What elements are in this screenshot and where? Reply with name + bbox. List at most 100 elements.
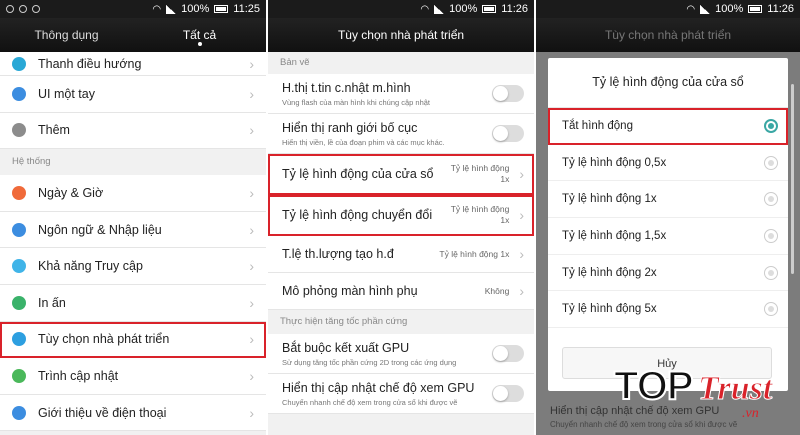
- settings-item-label: Trình cập nhật: [38, 368, 119, 383]
- dev-option-row[interactable]: Tỷ lệ hình động chuyển đổi Tỷ lệ hình độn…: [268, 195, 534, 236]
- toggle-switch[interactable]: [492, 385, 524, 402]
- settings-item-keyboard[interactable]: Ngôn ngữ & Nhập liệu ›: [0, 211, 266, 249]
- animation-option[interactable]: Tỷ lệ hình động 5x: [548, 291, 788, 329]
- dev-option-label: Bắt buộc kết xuất GPU: [282, 340, 410, 355]
- status-bar: ◠ 100% 11:25: [0, 0, 266, 18]
- dev-option-value-line: Tỷ lệ hình động: [450, 163, 510, 173]
- chevron-right-icon: ›: [249, 404, 254, 421]
- settings-item-label: Khả năng Truy cập: [38, 259, 143, 274]
- info-icon: [12, 405, 26, 420]
- toggle-switch[interactable]: [492, 345, 524, 362]
- logo-trust: Trust: [697, 370, 773, 408]
- tab-all[interactable]: Tất cả: [133, 18, 266, 52]
- radio-button[interactable]: [764, 302, 778, 317]
- chevron-right-icon: ›: [249, 55, 254, 72]
- toggle-switch[interactable]: [492, 125, 524, 142]
- page-title: Tùy chọn nhà phát triển: [536, 18, 800, 52]
- dev-option-row[interactable]: Mô phỏng màn hình phụ Không ›: [268, 273, 534, 310]
- settings-item-label: UI một tay: [38, 86, 95, 101]
- radio-button[interactable]: [764, 155, 778, 170]
- settings-item-info[interactable]: Giới thiệu về điện thoại ›: [0, 394, 266, 432]
- dev-option-label: Tỷ lệ hình động của cửa sổ: [282, 167, 434, 181]
- dev-option-row[interactable]: Bắt buộc kết xuất GPU Sử dụng tăng tốc ph…: [268, 334, 534, 374]
- section-header-system: Hệ thống: [0, 149, 266, 176]
- chevron-right-icon: ›: [519, 207, 524, 223]
- dev-option-value-line: Tỷ lệ hình động 1x: [439, 248, 510, 259]
- settings-item-clock[interactable]: Ngày & Giờ ›: [0, 175, 266, 212]
- tab-common[interactable]: Thông dụng: [0, 18, 133, 52]
- update-icon: [12, 368, 26, 383]
- radio-button[interactable]: [764, 265, 778, 280]
- navigation-icon: [12, 56, 26, 71]
- hardware-options-list: Bắt buộc kết xuất GPU Sử dụng tăng tốc ph…: [268, 334, 534, 414]
- active-tab-indicator: [197, 42, 202, 46]
- settings-item-developer[interactable]: Tùy chọn nhà phát triển ›: [0, 321, 266, 359]
- animation-option[interactable]: Tỷ lệ hình động 0,5x: [548, 145, 788, 182]
- clock: 11:26: [501, 3, 528, 15]
- dev-option-text: T.lệ th.lượng tạo h.đ: [282, 247, 439, 261]
- settings-item-label: Ngôn ngữ & Nhập liệu: [38, 222, 162, 237]
- notification-icon: [6, 5, 14, 13]
- wifi-icon: ◠: [152, 3, 162, 15]
- dev-option-description: Sử dụng tăng tốc phần cứng 2D trong các …: [282, 357, 457, 367]
- status-bar: ◠ 100% 11:26: [536, 0, 800, 18]
- settings-item-update[interactable]: Trình cập nhật ›: [0, 358, 266, 395]
- option-list: Tắt hình động Tỷ lệ hình động 0,5x Tỷ lệ h…: [548, 108, 788, 329]
- settings-item-navigation[interactable]: Thanh điều hướng ›: [0, 52, 266, 76]
- screen-settings-all: ◠ 100% 11:25 Thông dụng Tất cả Thanh điều …: [0, 0, 266, 435]
- clock: 11:26: [767, 3, 794, 15]
- status-bar: ◠ 100% 11:26: [268, 0, 534, 18]
- chevron-right-icon: ›: [519, 166, 524, 182]
- animation-option[interactable]: Tỷ lệ hình động 2x: [548, 255, 788, 292]
- dev-option-value-line: 1x: [500, 174, 510, 184]
- signal-icon: [700, 4, 711, 14]
- dev-option-text: Tỷ lệ hình động chuyển đổi: [282, 208, 451, 222]
- chevron-right-icon: ›: [519, 283, 524, 299]
- dev-option-text: Mô phỏng màn hình phụ: [282, 284, 485, 298]
- dev-option-description: Vùng flash của màn hình khi chúng cập nh…: [282, 97, 431, 107]
- animation-option-label: Tỷ lệ hình động 2x: [562, 266, 657, 279]
- chevron-right-icon: ›: [249, 221, 254, 238]
- animation-option[interactable]: Tắt hình động: [548, 108, 788, 145]
- notification-icon: [19, 5, 27, 13]
- battery-icon: [748, 5, 763, 13]
- dev-option-value: Tỷ lệ hình động 1x: [439, 249, 509, 260]
- clock-icon: [12, 185, 26, 200]
- dev-option-value: Tỷ lệ hình động 1x: [451, 163, 510, 185]
- scrollbar[interactable]: [791, 84, 794, 274]
- settings-item-more[interactable]: Thêm ›: [0, 112, 266, 150]
- chevron-right-icon: ›: [249, 367, 254, 384]
- dev-option-row[interactable]: Hiển thị cập nhật chế độ xem GPU Chuyển n…: [268, 374, 534, 414]
- animation-option[interactable]: Tỷ lệ hình động 1,5x: [548, 218, 788, 255]
- animation-option[interactable]: Tỷ lệ hình động 1x: [548, 181, 788, 219]
- wifi-icon: ◠: [420, 3, 430, 15]
- settings-item-accessibility[interactable]: Khả năng Truy cập ›: [0, 248, 266, 285]
- toggle-switch[interactable]: [492, 85, 524, 102]
- dev-option-label: Hiển thị cập nhật chế độ xem GPU: [282, 380, 475, 395]
- dev-option-row[interactable]: T.lệ th.lượng tạo h.đ Tỷ lệ hình động 1x ›: [268, 236, 534, 273]
- dev-option-row[interactable]: Tỷ lệ hình động của cửa sổ Tỷ lệ hình độn…: [268, 154, 534, 195]
- dev-option-value: Tỷ lệ hình động 1x: [451, 204, 510, 226]
- dev-option-row[interactable]: Hiển thị ranh giới bố cục Hiển thị viền, …: [268, 114, 534, 154]
- developer-options-list: H.thị t.tin c.nhật m.hình Vùng flash của …: [268, 74, 534, 310]
- radio-button[interactable]: [764, 228, 778, 243]
- dev-option-row[interactable]: H.thị t.tin c.nhật m.hình Vùng flash của …: [268, 74, 534, 114]
- radio-button[interactable]: [764, 192, 778, 207]
- chevron-right-icon: ›: [519, 246, 524, 262]
- dev-option-text: Tỷ lệ hình động của cửa sổ: [282, 167, 451, 181]
- settings-item-label: Thanh điều hướng: [38, 56, 142, 71]
- dev-option-value-line: Không: [484, 285, 510, 296]
- settings-item-one-hand[interactable]: UI một tay ›: [0, 76, 266, 113]
- settings-item-printer[interactable]: In ấn ›: [0, 284, 266, 322]
- radio-button[interactable]: [764, 118, 778, 133]
- logo-domain: .vn: [742, 406, 759, 421]
- animation-option-label: Tỷ lệ hình động 1x: [562, 193, 657, 206]
- settings-item-label: Ngày & Giờ: [38, 185, 104, 200]
- page-title: Tùy chọn nhà phát triển: [268, 18, 534, 52]
- tab-all-label: Tất cả: [182, 28, 217, 42]
- dev-option-text: Bắt buộc kết xuất GPU Sử dụng tăng tốc ph…: [282, 341, 492, 367]
- printer-icon: [12, 295, 26, 310]
- settings-item-label: Giới thiệu về điện thoại: [38, 405, 167, 420]
- battery-percent: 100%: [449, 3, 478, 15]
- settings-list-system: Ngày & Giờ › Ngôn ngữ & Nhập liệu › Khả năng…: [0, 175, 266, 432]
